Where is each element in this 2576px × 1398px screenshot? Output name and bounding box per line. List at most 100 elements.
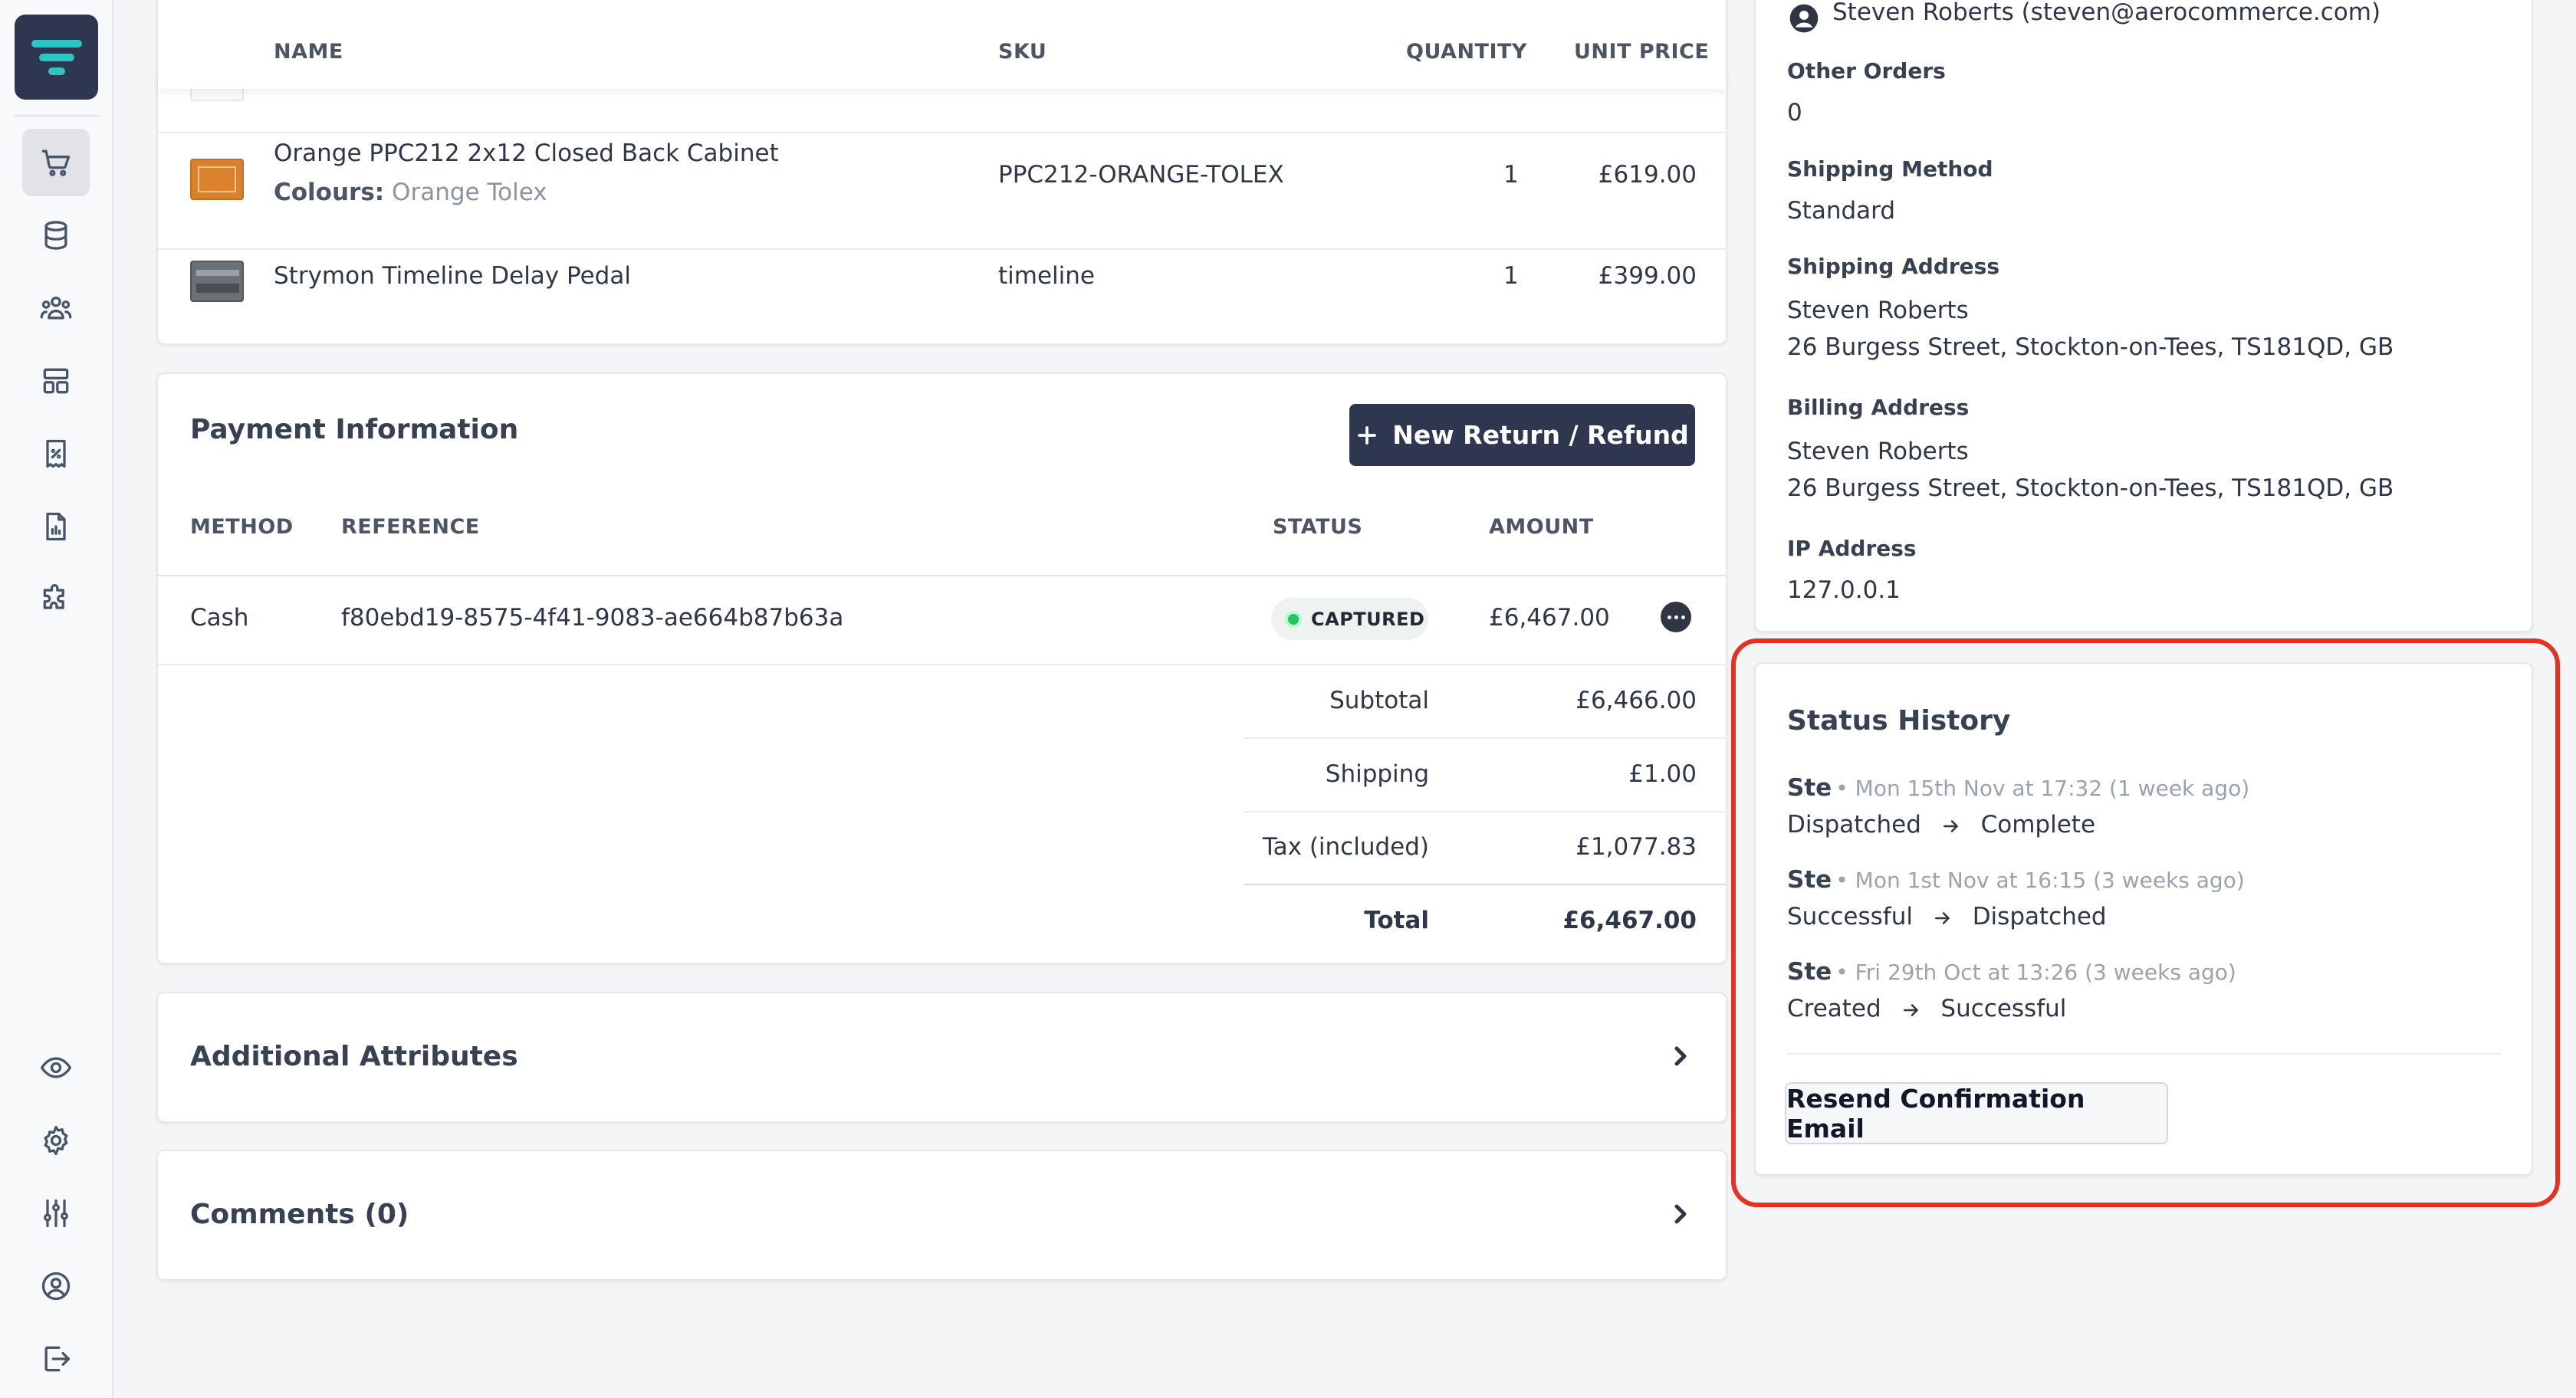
payment-more-options-button[interactable] [1661, 602, 1691, 632]
sidebar-item-view-store[interactable] [22, 1034, 90, 1101]
arrow-right-icon [1903, 1003, 1918, 1016]
sidebar-item-account[interactable] [22, 1252, 90, 1320]
arrow-right-icon [1943, 819, 1958, 832]
status-from: Dispatched [1787, 811, 1921, 838]
column-header-method: METHOD [190, 515, 294, 539]
payment-reference: f80ebd19-8575-4f41-9083-ae664b87b63a [341, 604, 844, 632]
status-change: Dispatched Complete [1787, 811, 2095, 838]
tax-value: £1,077.83 [1576, 833, 1697, 861]
status-history-entry: Ste • Mon 1st Nov at 16:15 (3 weeks ago) [1787, 866, 2245, 894]
row-divider [158, 664, 1726, 665]
totals-divider [1244, 811, 1726, 812]
history-timestamp: • Fri 29th Oct at 13:26 (3 weeks ago) [1835, 960, 2236, 985]
chevron-right-icon[interactable] [1665, 1041, 1696, 1071]
status-history-title: Status History [1787, 705, 2011, 737]
arrow-right-icon [1934, 911, 1950, 924]
total-value: £6,467.00 [1562, 907, 1697, 934]
report-chart-icon [46, 512, 66, 541]
additional-attributes-card[interactable]: Additional Attributes [156, 992, 1727, 1123]
sidebar-item-discounts[interactable] [22, 420, 90, 487]
sidebar-item-reports[interactable] [22, 493, 90, 560]
history-timestamp: • Mon 1st Nov at 16:15 (3 weeks ago) [1835, 868, 2245, 893]
status-change: Successful Dispatched [1787, 903, 2107, 930]
header-divider [158, 575, 1726, 576]
sidebar-item-logout[interactable] [22, 1325, 90, 1393]
sliders-icon [44, 1199, 68, 1228]
status-history-divider [1787, 1053, 2502, 1055]
table-header-shadow [158, 71, 1726, 89]
product-option: Colours: Orange Tolex [274, 179, 547, 206]
comments-card[interactable]: Comments (0) [156, 1150, 1727, 1281]
product-option-value: Orange Tolex [392, 179, 547, 206]
users-icon [40, 296, 72, 320]
tax-label: Tax (included) [1262, 833, 1429, 861]
subtotal-label: Subtotal [1329, 687, 1429, 714]
new-return-refund-label: New Return / Refund [1392, 420, 1689, 450]
other-orders-label: Other Orders [1787, 58, 1946, 84]
column-header-quantity: QUANTITY [1406, 40, 1527, 64]
column-header-amount: AMOUNT [1489, 515, 1594, 539]
payment-method: Cash [190, 604, 249, 632]
product-thumbnail-orange-cabinet [190, 159, 244, 200]
status-badge-label: CAPTURED [1311, 608, 1425, 630]
customer-name-email[interactable]: Steven Roberts (steven@aerocommerce.com) [1832, 0, 2380, 26]
sidebar-item-extensions[interactable] [22, 566, 90, 633]
shipping-address-line: 26 Burgess Street, Stockton-on-Tees, TS1… [1787, 333, 2394, 361]
status-to: Complete [1980, 811, 2096, 838]
layout-icon [43, 368, 69, 394]
history-user: Ste [1787, 866, 1832, 894]
other-orders-value: 0 [1787, 99, 1802, 126]
logo-icon [31, 39, 82, 75]
row-divider [158, 248, 1726, 250]
payment-title: Payment Information [190, 414, 519, 445]
new-return-refund-button[interactable]: New Return / Refund [1349, 404, 1695, 466]
status-history-entry: Ste • Fri 29th Oct at 13:26 (3 weeks ago… [1787, 958, 2236, 986]
sidebar-item-products[interactable] [22, 202, 90, 269]
product-quantity: 1 [1503, 262, 1519, 290]
product-name[interactable]: Strymon Timeline Delay Pedal [274, 262, 631, 290]
additional-attributes-title: Additional Attributes [190, 1041, 518, 1072]
shipping-address-name: Steven Roberts [1787, 297, 1969, 324]
column-header-sku: SKU [998, 40, 1047, 64]
puzzle-icon [43, 584, 64, 609]
user-circle-icon [41, 1272, 71, 1301]
history-timestamp: • Mon 15th Nov at 17:32 (1 week ago) [1835, 776, 2250, 801]
status-to: Dispatched [1972, 903, 2107, 930]
product-thumbnail-strymon-pedal [190, 261, 244, 302]
shipping-method-label: Shipping Method [1787, 156, 1993, 182]
product-quantity: 1 [1503, 161, 1519, 189]
order-items-card: NAME SKU QUANTITY UNIT PRICE Orange PPC2… [156, 0, 1727, 345]
comments-title: Comments (0) [190, 1199, 409, 1230]
product-price: £399.00 [1598, 262, 1697, 290]
shipping-value: £1.00 [1628, 760, 1697, 788]
sidebar [0, 0, 113, 1398]
eye-icon [41, 1057, 71, 1078]
column-header-unit-price: UNIT PRICE [1574, 40, 1710, 64]
product-sku: PPC212-ORANGE-TOLEX [998, 161, 1284, 189]
ip-address-label: IP Address [1787, 536, 1917, 561]
shipping-address-label: Shipping Address [1787, 254, 1999, 279]
sidebar-item-orders[interactable] [22, 129, 90, 196]
totals-divider [1244, 884, 1726, 885]
product-price: £619.00 [1598, 161, 1697, 189]
sidebar-item-layout[interactable] [22, 347, 90, 415]
sidebar-item-settings[interactable] [22, 1107, 90, 1174]
sidebar-item-config[interactable] [22, 1180, 90, 1247]
column-header-name: NAME [274, 40, 343, 64]
billing-address-line: 26 Burgess Street, Stockton-on-Tees, TS1… [1787, 474, 2394, 502]
status-badge-captured: CAPTURED [1271, 598, 1428, 640]
row-divider [158, 132, 1726, 133]
column-header-status: STATUS [1273, 515, 1363, 539]
total-label: Total [1364, 907, 1429, 934]
chevron-right-icon[interactable] [1665, 1199, 1696, 1229]
resend-confirmation-email-button[interactable]: Resend Confirmation Email [1785, 1082, 2168, 1144]
history-user: Ste [1787, 958, 1832, 986]
status-from: Successful [1787, 903, 1913, 930]
product-name[interactable]: Orange PPC212 2x12 Closed Back Cabinet [274, 139, 779, 167]
app-logo[interactable] [15, 15, 98, 100]
billing-address-name: Steven Roberts [1787, 438, 1969, 465]
customer-details-card: Steven Roberts (steven@aerocommerce.com)… [1754, 0, 2533, 632]
sidebar-item-customers[interactable] [22, 274, 90, 342]
billing-address-label: Billing Address [1787, 395, 1970, 420]
status-dot-icon [1285, 610, 1302, 628]
